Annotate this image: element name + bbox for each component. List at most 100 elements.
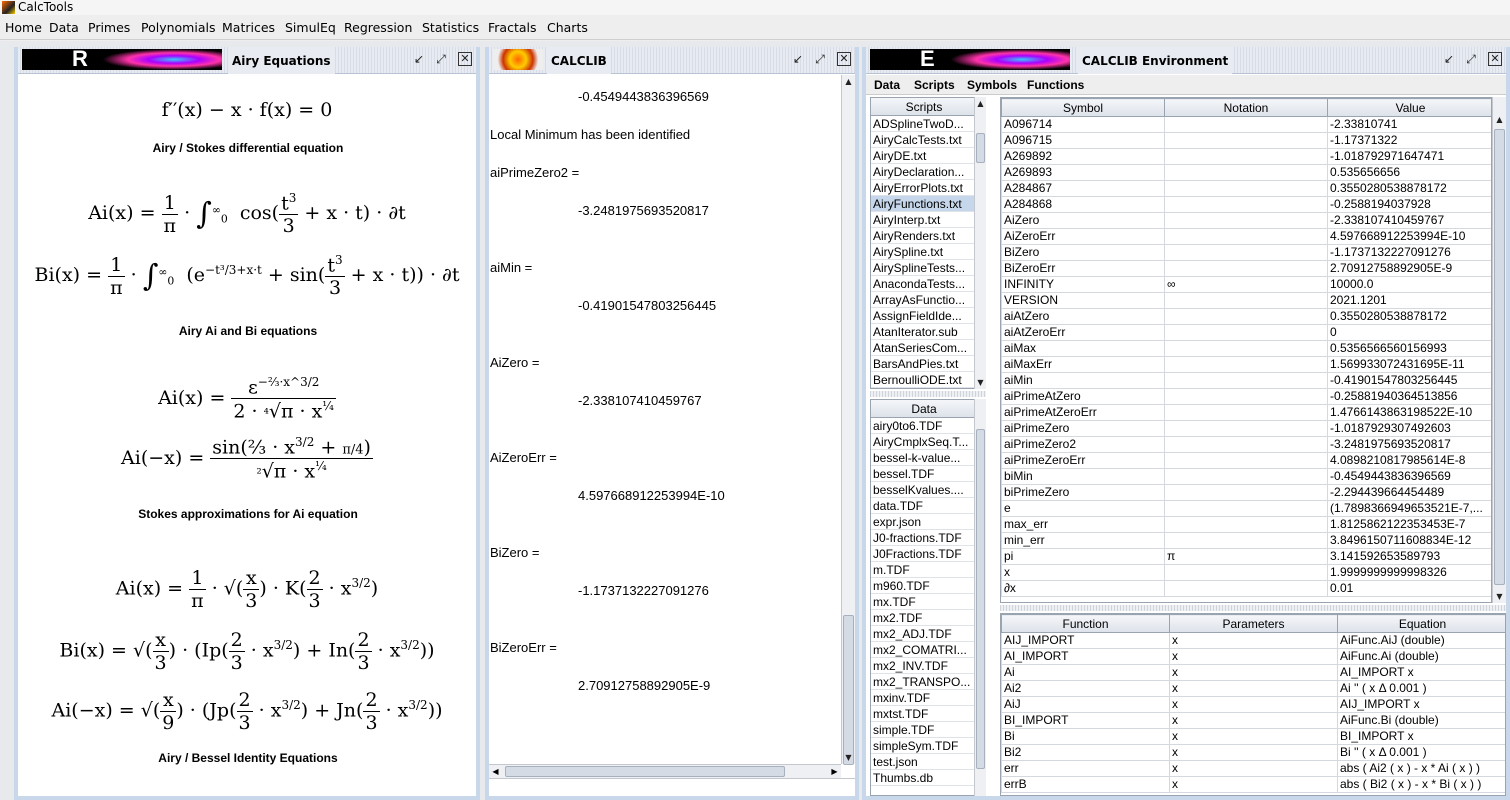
symbol-row[interactable]: aiAtZero 0.3550280538878172 [1001,308,1491,325]
parameters-cell[interactable]: x [1169,760,1338,777]
value-cell[interactable]: -0.4549443836396569 [1327,468,1491,485]
scripts-scroll-thumb[interactable] [976,133,985,163]
env-menu-data[interactable]: Data [874,75,900,95]
symbol-row[interactable]: A269892 -1.018792971647471 [1001,148,1491,165]
menu-statistics[interactable]: Statistics [422,15,479,40]
symbol-row[interactable]: VERSION 2021.1201 [1001,292,1491,309]
data-file-item[interactable]: data.TDF [871,498,977,514]
right-splitter[interactable] [1000,605,1506,611]
value-cell[interactable]: -3.2481975693520817 [1327,436,1491,453]
parameters-cell[interactable]: x [1169,696,1338,713]
symbol-cell[interactable]: A284867 [1001,180,1165,197]
symbols-header-symbol[interactable]: Symbol [1001,98,1165,117]
symbol-cell[interactable]: aiPrimeZeroErr [1001,452,1165,469]
equation-cell[interactable]: abs ( Bi2 ( x ) - x * Bi ( x ) ) [1337,776,1505,793]
symbol-row[interactable]: aiMin -0.41901547803256445 [1001,372,1491,389]
value-cell[interactable]: -0.25881940364513856 [1327,388,1491,405]
menu-charts[interactable]: Charts [547,15,588,40]
env-menu-functions[interactable]: Functions [1027,75,1084,95]
env-window-titlebar[interactable]: E CALCLIB Environment ↙ ⤢ ✕ [866,47,1506,74]
maximize-icon[interactable]: ⤢ [813,52,827,66]
symbol-row[interactable]: biPrimeZero -2.294439664454489 [1001,484,1491,501]
data-scroll-thumb[interactable] [976,429,985,769]
symbol-cell[interactable]: A096715 [1001,132,1165,149]
symbol-row[interactable]: A284867 0.3550280538878172 [1001,180,1491,197]
value-cell[interactable]: -1.17371322 [1327,132,1491,149]
notation-cell[interactable] [1164,388,1328,405]
scroll-down-icon[interactable]: ▼ [1493,590,1506,603]
function-cell[interactable]: errB [1001,776,1170,793]
maximize-icon[interactable]: ⤢ [1464,52,1478,66]
notation-cell[interactable] [1164,532,1328,549]
notation-cell[interactable] [1164,228,1328,245]
value-cell[interactable]: 1.8125862122353453E-7 [1327,516,1491,533]
symbol-cell[interactable]: aiPrimeAtZeroErr [1001,404,1165,421]
notation-cell[interactable] [1164,500,1328,517]
value-cell[interactable]: 3.141592653589793 [1327,548,1491,565]
symbol-row[interactable]: ∂x 0.01 [1001,580,1491,597]
value-cell[interactable]: -1.1737132227091276 [1327,244,1491,261]
notation-cell[interactable] [1164,580,1328,597]
menu-polynomials[interactable]: Polynomials [141,15,215,40]
symbols-header-value[interactable]: Value [1327,98,1491,117]
data-file-item[interactable]: J0Fractions.TDF [871,546,977,562]
notation-cell[interactable] [1164,196,1328,213]
env-menu-symbols[interactable]: Symbols [967,75,1017,95]
script-item[interactable]: AiryCalcTests.txt [871,132,977,148]
scroll-up-icon[interactable]: ▲ [1493,113,1506,126]
functions-header-parameters[interactable]: Parameters [1169,614,1338,633]
value-cell[interactable]: 1.569933072431695E-11 [1327,356,1491,373]
scroll-down-icon[interactable]: ▼ [842,751,855,764]
value-cell[interactable]: 2021.1201 [1327,292,1491,309]
close-icon[interactable]: ✕ [1488,52,1502,66]
function-row[interactable]: Ai x AI_IMPORT x [1001,664,1505,681]
parameters-cell[interactable]: x [1169,680,1338,697]
notation-cell[interactable] [1164,164,1328,181]
symbol-cell[interactable]: pi [1001,548,1165,565]
equation-cell[interactable]: BI_IMPORT x [1337,728,1505,745]
notation-cell[interactable] [1164,484,1328,501]
left-splitter[interactable] [870,391,986,397]
function-cell[interactable]: AIJ_IMPORT [1001,632,1170,649]
notation-cell[interactable] [1164,244,1328,261]
value-cell[interactable]: 3.8496150711608834E-12 [1327,532,1491,549]
symbol-row[interactable]: A284868 -0.2588194037928 [1001,196,1491,213]
function-row[interactable]: AIJ_IMPORT x AiFunc.AiJ (double) [1001,632,1505,649]
script-item[interactable]: ADSplineTwoD... [871,116,977,132]
value-cell[interactable]: 10000.0 [1327,276,1491,293]
calclib-output[interactable]: -0.4549443836396569 Local Minimum has bee… [489,75,841,764]
notation-cell[interactable] [1164,372,1328,389]
symbol-cell[interactable]: BiZeroErr [1001,260,1165,277]
equation-cell[interactable]: AI_IMPORT x [1337,664,1505,681]
function-row[interactable]: Bi x BI_IMPORT x [1001,728,1505,745]
data-file-item[interactable]: mx2_TRANSPO... [871,674,977,690]
data-file-item[interactable]: mx.TDF [871,594,977,610]
script-item[interactable]: AnacondaTests... [871,276,977,292]
symbol-cell[interactable]: aiMin [1001,372,1165,389]
symbol-row[interactable]: max_err 1.8125862122353453E-7 [1001,516,1491,533]
symbols-scroll-thumb[interactable] [1494,129,1505,585]
notation-cell[interactable] [1164,356,1328,373]
data-file-item[interactable]: Thumbs.db [871,770,977,786]
notation-cell[interactable] [1164,452,1328,469]
value-cell[interactable]: -0.41901547803256445 [1327,372,1491,389]
symbol-cell[interactable]: aiPrimeAtZero [1001,388,1165,405]
script-item[interactable]: ArrayAsFunctio... [871,292,977,308]
value-cell[interactable]: 0.5356566560156993 [1327,340,1491,357]
symbol-row[interactable]: BiZeroErr 2.70912758892905E-9 [1001,260,1491,277]
script-item[interactable]: BernoulliODE.txt [871,372,977,388]
calclib-vscroll-thumb[interactable] [843,615,854,765]
value-cell[interactable]: 2.70912758892905E-9 [1327,260,1491,277]
symbols-header-notation[interactable]: Notation [1164,98,1328,117]
data-file-item[interactable]: mx2_INV.TDF [871,658,977,674]
equation-cell[interactable]: AIJ_IMPORT x [1337,696,1505,713]
minimize-icon[interactable]: ↙ [412,52,426,66]
function-row[interactable]: AI_IMPORT x AiFunc.Ai (double) [1001,648,1505,665]
symbol-cell[interactable]: aiPrimeZero2 [1001,436,1165,453]
scripts-vertical-scrollbar[interactable]: ▲ ▼ [974,97,986,389]
value-cell[interactable]: -2.338107410459767 [1327,212,1491,229]
scroll-right-icon[interactable]: ▶ [828,765,841,778]
symbol-row[interactable]: AiZeroErr 4.597668912253994E-10 [1001,228,1491,245]
function-row[interactable]: Bi2 x Bi '' ( x Δ 0.001 ) [1001,744,1505,761]
symbol-cell[interactable]: BiZero [1001,244,1165,261]
